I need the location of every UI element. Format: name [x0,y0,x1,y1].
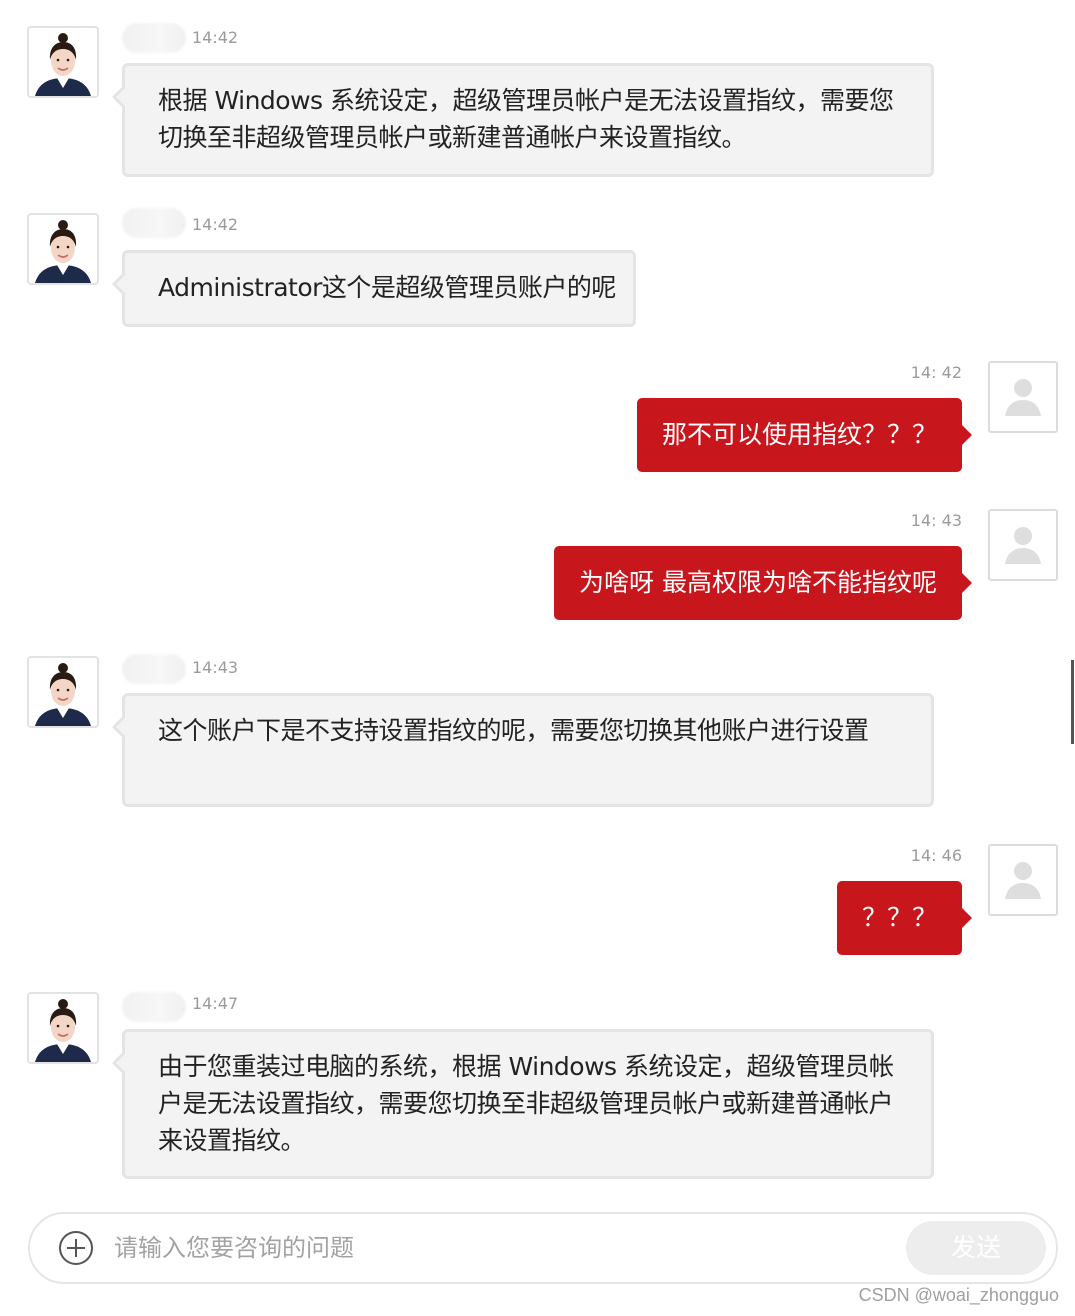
message-time: 14:42 [192,215,239,234]
default-user-icon [1005,527,1041,564]
default-user-icon [1005,862,1041,899]
agent-photo-icon [29,994,97,1062]
agent-message-bubble: 这个账户下是不支持设置指纹的呢，需要您切换其他账户进行设置 [112,693,934,807]
default-user-icon [1005,379,1041,416]
agent-name-redacted [122,992,186,1022]
agent-photo-icon [29,28,97,96]
agent-name-redacted [122,23,186,53]
agent-message-bubble: Administrator这个是超级管理员账户的呢 [112,250,636,327]
agent-photo-icon [29,215,97,283]
agent-name-redacted [122,654,186,684]
agent-avatar[interactable] [27,213,99,285]
user-message-bubble: 为啥呀 最高权限为啥不能指纹呢 [554,546,972,620]
scrollbar-thumb[interactable] [1071,660,1074,744]
agent-avatar[interactable] [27,992,99,1064]
message-time: 14: 46 [910,846,962,865]
agent-avatar[interactable] [27,656,99,728]
agent-name-redacted [122,208,186,238]
user-avatar[interactable] [988,509,1058,581]
agent-photo-icon [29,658,97,726]
message-input[interactable] [114,1228,874,1268]
message-time: 14:43 [192,658,239,677]
plus-circle-icon[interactable] [58,1230,94,1266]
message-time: 14: 42 [910,363,962,382]
agent-message-bubble: 由于您重装过电脑的系统，根据 Windows 系统设定，超级管理员帐户是无法设置… [112,1029,934,1179]
user-message-bubble: ？？？ [836,881,973,955]
user-avatar[interactable] [988,361,1058,433]
send-button[interactable]: 发送 [906,1221,1046,1275]
message-time: 14:47 [192,994,239,1013]
watermark: CSDN @woai_zhongguo [858,1285,1059,1305]
agent-message-bubble: 根据 Windows 系统设定，超级管理员帐户是无法设置指纹，需要您切换至非超级… [112,63,934,177]
message-time: 14: 43 [910,511,962,530]
agent-avatar[interactable] [27,26,99,98]
user-avatar[interactable] [988,844,1058,916]
user-message-bubble: 那不可以使用指纹？？？ [636,398,973,472]
message-time: 14:42 [192,28,239,47]
message-composer: 发送 [28,1212,1058,1284]
